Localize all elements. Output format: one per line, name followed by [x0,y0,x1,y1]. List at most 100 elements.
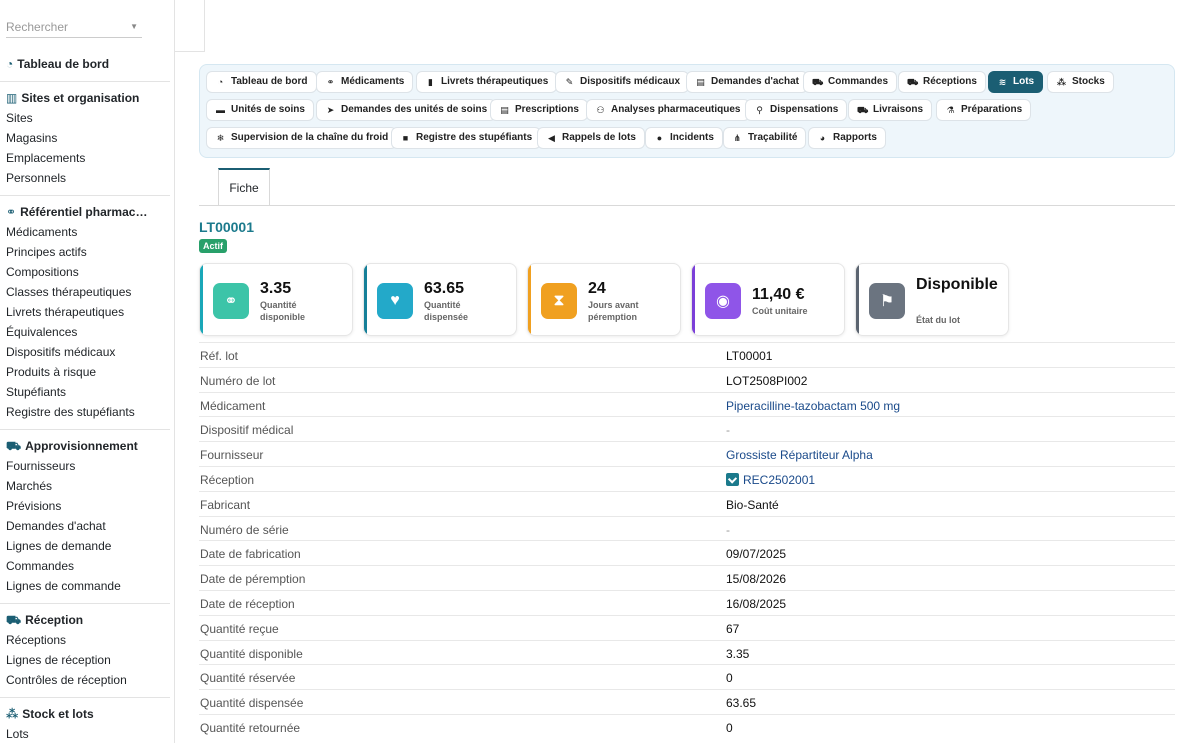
sidebar-item[interactable]: Contrôles de réception [0,670,170,690]
sidebar-section-header[interactable]: ◔ Tableau de bord [0,54,170,74]
sidebar-item[interactable]: Compositions [0,262,170,282]
sidebar-item[interactable]: Emplacements [0,148,170,168]
building-icon: ▥ [6,91,18,105]
sidebar-section-header[interactable]: ⛟ Réception [0,610,170,630]
menu-chip[interactable]: ➤ Demandes des unités de soins [316,99,497,121]
menu-chip[interactable]: ▮ Livrets thérapeutiques [416,71,558,93]
field-value: 63.65 [726,696,756,710]
sidebar-item[interactable]: Fournisseurs [0,456,170,476]
menu-chip[interactable]: ⚲ Dispensations [745,99,848,121]
menu-chip[interactable]: ✎ Dispositifs médicaux [555,71,690,93]
menu-chip[interactable]: ⛟ Réceptions [898,71,986,93]
menu-chip[interactable]: ⛟ Commandes [803,71,898,93]
menu-chip[interactable]: ▤ Demandes d'achat [686,71,808,93]
sidebar-item[interactable]: Stupéfiants [0,382,170,402]
field-value: 3.35 [726,647,749,661]
sidebar-item[interactable]: Classes thérapeutiques [0,282,170,302]
sidebar-item[interactable]: Livrets thérapeutiques [0,302,170,322]
menu-chip-label: Stocks [1072,76,1105,87]
menu-chip[interactable]: ● Incidents [645,127,723,149]
menu-chip-label: Livraisons [873,104,924,115]
sidebar-item[interactable]: Lignes de demande [0,536,170,556]
search-input[interactable]: Rechercher ▼ [6,16,142,38]
field-label: Médicament [200,398,266,413]
field-label: Numéro de série [200,522,289,537]
sidebar-item[interactable]: Produits à risque [0,362,170,382]
menu-chip-label: Dispositifs médicaux [580,76,681,87]
sidebar-item[interactable]: Réceptions [0,630,170,650]
menu-chip[interactable]: ⚗ Préparations [936,99,1032,121]
syringe-icon: ✎ [565,77,574,87]
field-label: Date de fabrication [200,547,301,562]
field-label: Réf. lot [200,349,239,363]
field-link[interactable]: REC2502001 [726,473,815,487]
menu-chip-label: Demandes d'achat [711,76,799,87]
paper-plane-icon: ➤ [326,105,335,115]
menu-chip[interactable]: ≋ Lots [988,71,1044,93]
menu-chip[interactable]: ❄ Supervision de la chaîne du froid [206,127,398,149]
menu-chip-label: Prescriptions [515,104,579,115]
kpi-accent-bar [528,264,531,335]
chevron-down-icon[interactable]: ▼ [130,16,138,38]
sidebar-item[interactable]: Lignes de commande [0,576,170,596]
sidebar-item[interactable]: Lignes de réception [0,650,170,670]
sidebar-item[interactable]: Registre des stupéfiants [0,402,170,422]
kpi-value: 24 [588,280,606,297]
menu-chip[interactable]: ◀ Rappels de lots [537,127,645,149]
sidebar-section-header[interactable]: ⛟ Approvisionnement [0,436,170,456]
menu-chip[interactable]: ◔ Tableau de bord [206,71,317,93]
menu-chip[interactable]: ⁂ Stocks [1047,71,1114,93]
pills-icon: ⚭ [213,283,249,319]
field-value-text: 67 [726,621,740,636]
gauge-icon: ◔ [6,57,14,71]
field-value-text: - [726,522,730,537]
field-value: 0 [726,671,733,685]
coins-icon: ◉ [705,283,741,319]
field-value-text: Bio-Santé [726,497,779,512]
sidebar-item[interactable]: Magasins [0,128,170,148]
sidebar-item[interactable]: Personnels [0,168,170,188]
sidebar-item[interactable]: Prévisions [0,496,170,516]
kpi-value: Disponible [916,276,998,293]
menu-chip[interactable]: ⚭ Médicaments [316,71,414,93]
field-label: Fabricant [200,497,251,512]
sitemap-icon: ⋔ [733,133,742,143]
field-value: LT00001 [726,349,772,363]
sidebar-item[interactable]: Marchés [0,476,170,496]
sidebar-item[interactable]: Équivalences [0,322,170,342]
sidebar-item[interactable]: Demandes d'achat [0,516,170,536]
tab-fiche[interactable]: Fiche [218,168,270,205]
field-label: Fournisseur [200,448,264,463]
field-link[interactable]: Grossiste Répartiteur Alpha [726,448,873,462]
menu-chip[interactable]: ■ Registre des stupéfiants [391,127,542,149]
sidebar-divider [0,603,170,604]
menu-chip[interactable]: ◕ Rapports [808,127,886,149]
sidebar-item[interactable]: Médicaments [0,222,170,242]
mortar-icon: ⚗ [946,105,955,115]
sidebar-item[interactable]: Lots [0,724,170,743]
field-value-text: REC2502001 [743,472,816,487]
sidebar-section-title: Tableau de bord [17,57,110,71]
kpi-card: ⚭ 3.35 Quantité disponible [199,263,353,336]
detail-table: Réf. lot LT00001 Numéro de lot LOT2508PI002… [199,342,1175,739]
menu-chip[interactable]: ⋔ Traçabilité [723,127,807,149]
detail-row: Date de réception 16/08/2025 [199,589,1175,615]
field-link[interactable]: Piperacilline-tazobactam 500 mg [726,399,900,413]
pills-icon: ⚭ [6,205,17,219]
pie-chart-icon: ◕ [819,133,826,143]
sidebar-section-header[interactable]: ⚭ Référentiel pharmac… [0,202,170,222]
sidebar-item[interactable]: Sites [0,108,170,128]
sidebar-item[interactable]: Commandes [0,556,170,576]
menu-chip[interactable]: ▬ Unités de soins [206,99,314,121]
detail-row: Fournisseur Grossiste Répartiteur Alpha [199,441,1175,466]
menu-chip[interactable]: ⚇ Analyses pharmaceutiques [586,99,750,121]
sidebar-item[interactable]: Dispositifs médicaux [0,342,170,362]
sidebar-section-header[interactable]: ⁂ Stock et lots [0,704,170,724]
sidebar-item[interactable]: Principes actifs [0,242,170,262]
sidebar-section-title: Approvisionnement [25,439,138,453]
detail-row: Dispositif médical - [199,416,1175,441]
reception-icon [726,473,739,487]
sidebar-section-header[interactable]: ▥ Sites et organisation [0,88,170,108]
menu-chip[interactable]: ▤ Prescriptions [490,99,588,121]
menu-chip[interactable]: ⛟ Livraisons [848,99,933,121]
